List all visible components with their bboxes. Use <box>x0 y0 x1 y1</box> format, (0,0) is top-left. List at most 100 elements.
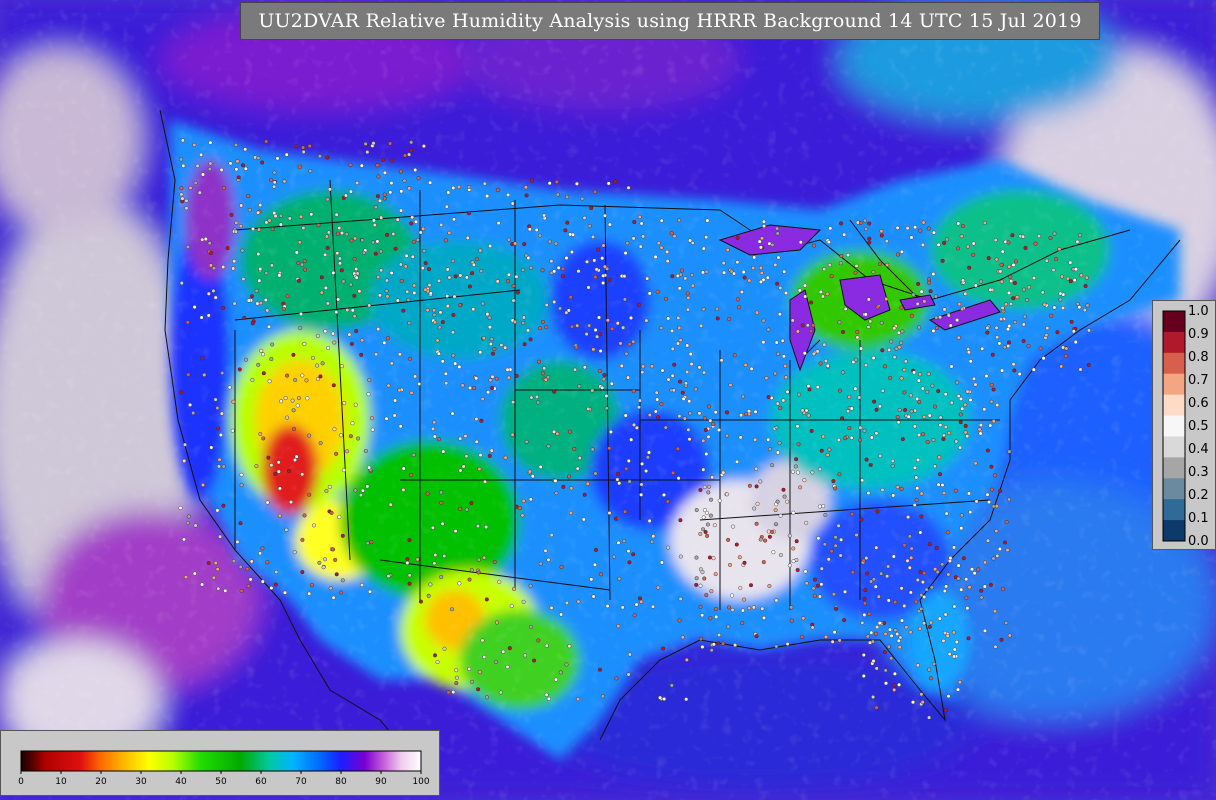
station-marker <box>382 170 387 175</box>
station-marker <box>1058 297 1063 302</box>
station-marker <box>725 492 730 497</box>
station-marker <box>999 262 1004 267</box>
station-marker <box>761 219 766 224</box>
station-marker <box>193 523 198 528</box>
station-marker <box>368 589 373 594</box>
station-marker <box>985 448 990 453</box>
station-marker <box>582 492 587 497</box>
station-marker <box>892 326 897 331</box>
station-marker <box>778 285 783 290</box>
station-marker <box>968 510 973 515</box>
station-marker <box>749 366 754 371</box>
station-marker <box>509 604 514 609</box>
station-marker <box>483 479 488 484</box>
station-marker <box>849 406 854 411</box>
station-marker <box>1021 234 1026 239</box>
station-marker <box>474 257 479 262</box>
station-marker <box>899 486 904 491</box>
station-marker <box>601 243 606 248</box>
station-marker <box>948 323 953 328</box>
station-marker <box>464 454 469 459</box>
station-marker <box>476 687 481 692</box>
station-marker <box>701 307 706 312</box>
station-marker <box>453 529 458 534</box>
noise-texture <box>0 0 1216 800</box>
station-marker <box>446 190 451 195</box>
station-marker <box>989 382 994 387</box>
station-marker <box>436 351 441 356</box>
station-marker <box>574 181 579 186</box>
station-marker <box>182 442 187 447</box>
station-marker <box>407 321 412 326</box>
station-marker <box>1007 497 1012 502</box>
station-marker <box>454 675 459 680</box>
station-marker <box>258 551 263 556</box>
station-marker <box>591 347 596 352</box>
station-marker <box>697 365 702 370</box>
station-marker <box>940 562 945 567</box>
station-marker <box>494 620 499 625</box>
station-marker <box>791 510 796 515</box>
station-marker <box>755 501 760 506</box>
station-marker <box>412 290 417 295</box>
station-marker <box>943 630 948 635</box>
station-marker <box>410 254 415 259</box>
station-marker <box>413 167 418 172</box>
station-marker <box>1007 633 1012 638</box>
station-marker <box>294 250 299 255</box>
station-marker <box>979 595 984 600</box>
station-marker <box>863 312 868 317</box>
station-marker <box>637 398 642 403</box>
station-marker <box>532 658 537 663</box>
station-marker <box>634 602 639 607</box>
station-marker <box>624 351 629 356</box>
station-marker <box>318 441 323 446</box>
station-marker <box>458 303 463 308</box>
station-marker <box>866 491 871 496</box>
station-marker <box>586 285 591 290</box>
station-marker <box>228 161 233 166</box>
station-marker <box>836 438 841 443</box>
station-marker <box>645 455 650 460</box>
station-marker <box>661 646 666 651</box>
station-marker <box>289 500 294 505</box>
station-marker <box>333 557 338 562</box>
station-marker <box>922 621 927 626</box>
station-marker <box>352 257 357 262</box>
station-marker <box>918 228 923 233</box>
station-marker <box>358 493 363 498</box>
station-marker <box>184 198 189 203</box>
station-marker <box>701 515 706 520</box>
station-marker <box>582 365 587 370</box>
station-marker <box>277 513 282 518</box>
station-marker <box>693 387 698 392</box>
station-marker <box>301 225 306 230</box>
station-marker <box>972 376 977 381</box>
station-marker <box>348 434 353 439</box>
station-marker <box>767 534 772 539</box>
rh-tick-label: 0 <box>18 777 24 787</box>
station-marker <box>482 655 487 660</box>
station-marker <box>575 466 580 471</box>
station-marker <box>1077 305 1082 310</box>
station-marker <box>474 439 479 444</box>
station-marker <box>918 372 923 377</box>
station-marker <box>862 218 867 223</box>
station-marker <box>993 473 998 478</box>
station-marker <box>822 342 827 347</box>
station-marker <box>694 576 699 581</box>
station-marker <box>822 542 827 547</box>
station-marker <box>627 342 632 347</box>
station-marker <box>552 389 557 394</box>
station-marker <box>879 229 884 234</box>
station-marker <box>589 205 594 210</box>
station-marker <box>208 140 213 145</box>
station-marker <box>285 373 290 378</box>
station-marker <box>1072 278 1077 283</box>
station-marker <box>547 239 552 244</box>
station-marker <box>889 339 894 344</box>
station-marker <box>331 383 336 388</box>
station-marker <box>402 178 407 183</box>
station-marker <box>495 187 500 192</box>
station-marker <box>947 652 952 657</box>
